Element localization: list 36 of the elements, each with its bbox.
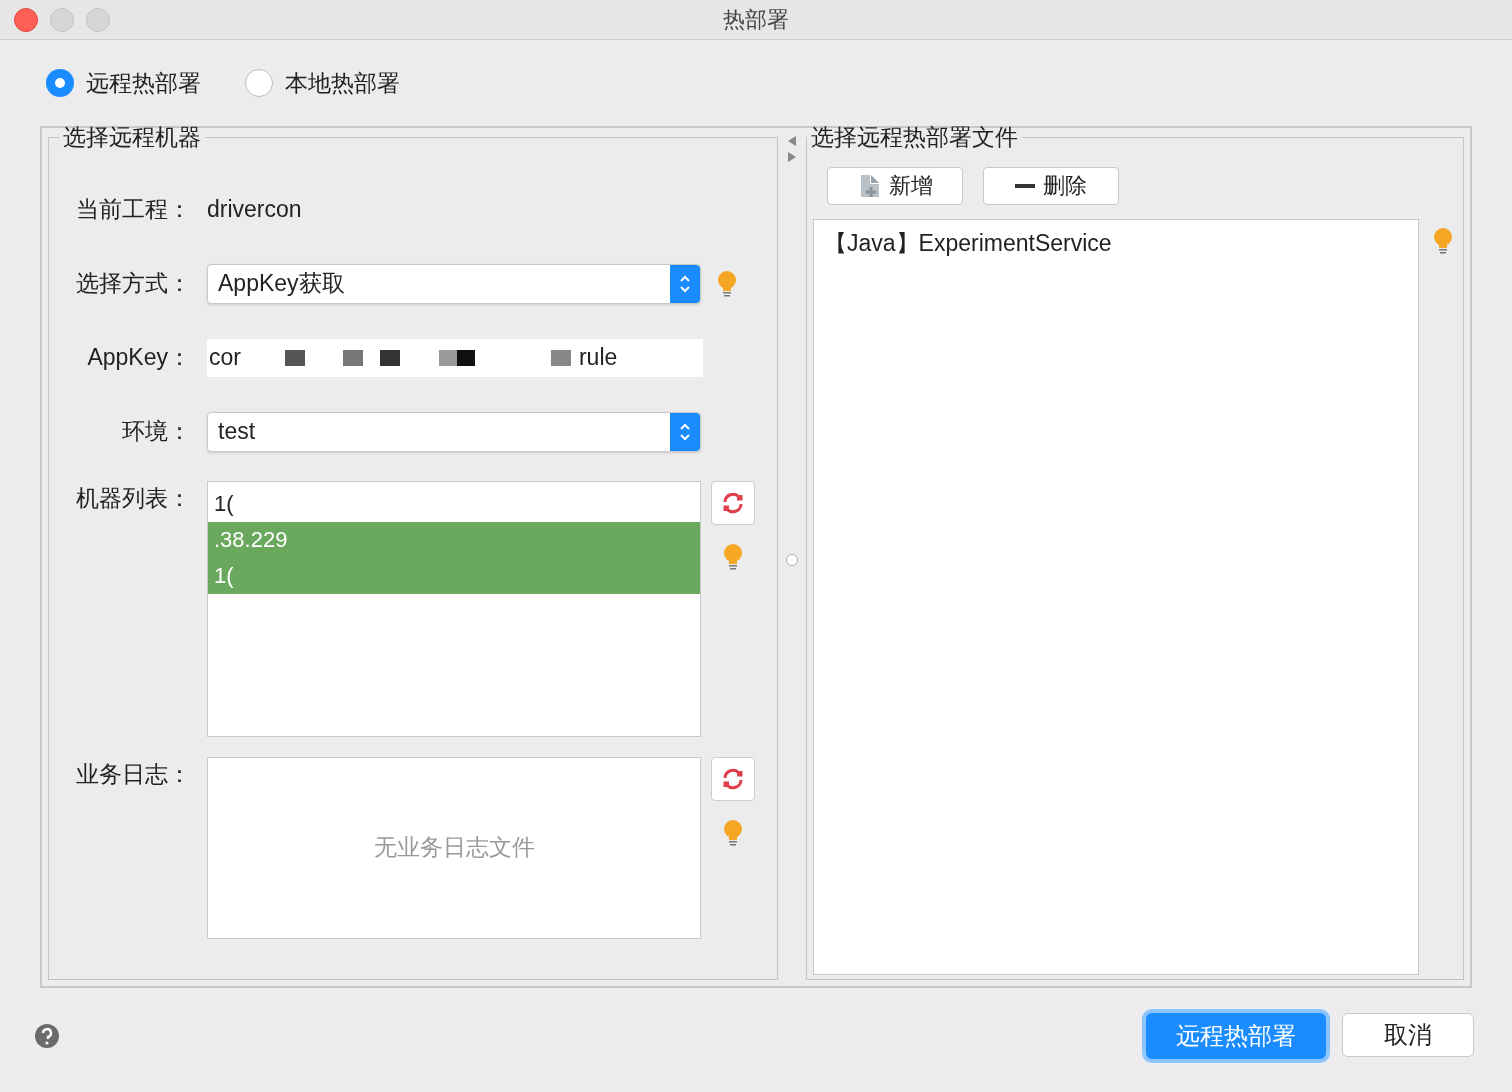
lightbulb-icon[interactable] — [1433, 226, 1453, 255]
field-label: 机器列表： — [75, 483, 191, 513]
field-label: AppKey： — [86, 343, 191, 373]
splitter-handle-icon[interactable] — [786, 554, 798, 566]
log-placeholder: 无业务日志文件 — [373, 833, 535, 863]
file-item[interactable]: 【Java】ExperimentService — [824, 225, 1408, 260]
radio-option[interactable]: 本地热部署 — [245, 65, 400, 101]
refresh-button[interactable] — [711, 480, 755, 525]
minus-icon — [1015, 183, 1035, 188]
cancel-button[interactable]: 取消 — [1342, 1013, 1474, 1057]
delete-button[interactable]: 删除 — [983, 166, 1119, 205]
help-icon[interactable] — [34, 1023, 60, 1049]
close-icon[interactable] — [14, 7, 38, 32]
dropdown-stepper-icon — [670, 264, 700, 303]
refresh-icon — [721, 490, 745, 515]
dropdown[interactable]: AppKey获取 — [207, 263, 701, 304]
lightbulb-icon[interactable] — [723, 818, 743, 847]
field-label: 当前工程： — [75, 195, 191, 225]
refresh-icon — [721, 766, 745, 791]
refresh-button[interactable] — [711, 756, 755, 801]
machine-row[interactable]: 1( — [208, 485, 700, 522]
lightbulb-icon[interactable] — [717, 269, 737, 298]
dropdown[interactable]: test — [207, 411, 701, 452]
add-button[interactable]: 新增 — [827, 166, 963, 205]
window-title: 热部署 — [723, 6, 789, 34]
field-label: 选择方式： — [75, 269, 191, 299]
collapse-arrows-icon[interactable] — [786, 134, 798, 164]
dropdown-stepper-icon — [670, 412, 700, 451]
project-name: drivercon — [207, 195, 302, 225]
radio-option[interactable]: 远程热部署 — [46, 65, 201, 101]
lightbulb-icon[interactable] — [723, 542, 743, 571]
panel-title: 选择远程热部署文件 — [810, 123, 1019, 152]
panel-title: 选择远程机器 — [62, 123, 202, 152]
field-label: 业务日志： — [75, 759, 191, 789]
appkey-field[interactable]: cor rule — [207, 338, 703, 377]
field-label: 环境： — [121, 417, 191, 447]
